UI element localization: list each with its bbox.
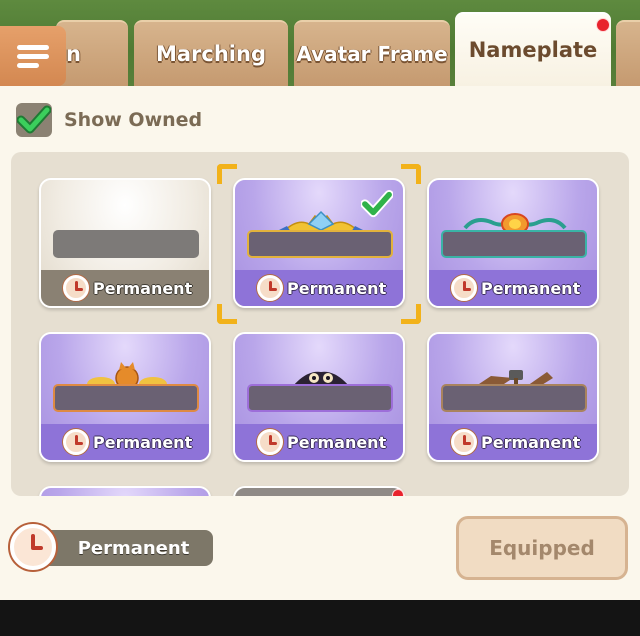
equipped-check-icon xyxy=(361,190,393,218)
card-footer: Permanent xyxy=(235,270,403,306)
duration-label: Permanent xyxy=(287,278,387,298)
selected-duration: Permanent xyxy=(10,524,213,570)
clock-icon xyxy=(257,429,283,455)
selection-corner xyxy=(217,304,237,324)
nameplate-card-selected[interactable]: Permanent xyxy=(233,178,405,308)
equipped-button[interactable]: Equipped xyxy=(456,516,628,580)
card-footer: Permanent xyxy=(235,424,403,460)
clock-icon xyxy=(63,275,89,301)
nameplate-preview xyxy=(247,230,393,258)
duration-label: Permanent xyxy=(481,278,581,298)
duration-label: Permanent xyxy=(481,432,581,452)
menu-button[interactable] xyxy=(0,26,66,86)
card-footer: Permanent xyxy=(429,424,597,460)
tab-nameplate[interactable]: Nameplate xyxy=(455,12,611,86)
menu-icon xyxy=(17,41,49,72)
nameplate-preview xyxy=(441,384,587,412)
nameplate-card-partial[interactable] xyxy=(233,486,405,496)
card-footer: Permanent xyxy=(41,424,209,460)
tab-avatar-frame[interactable]: Avatar Frame xyxy=(294,20,450,86)
tab-label: n xyxy=(66,42,81,66)
nameplate-card[interactable]: Permanent xyxy=(233,332,405,462)
duration-label: Permanent xyxy=(93,432,193,452)
equipped-button-label: Equipped xyxy=(489,536,595,560)
notification-dot xyxy=(392,489,404,496)
selection-corner xyxy=(217,164,237,184)
tab-label: Marching xyxy=(155,42,266,66)
duration-label: Permanent xyxy=(77,537,190,559)
nameplate-card[interactable]: Permanent xyxy=(427,332,599,462)
clock-icon xyxy=(257,275,283,301)
nameplate-card[interactable]: Permanent xyxy=(427,178,599,308)
checkmark-icon xyxy=(17,105,51,134)
selection-corner xyxy=(401,164,421,184)
tab-label: Nameplate xyxy=(468,38,598,62)
nameplate-card[interactable]: Permanent xyxy=(39,332,211,462)
clock-icon xyxy=(63,429,89,455)
selection-corner xyxy=(401,304,421,324)
card-footer: Permanent xyxy=(429,270,597,306)
tab-bar: n Marching Avatar Frame Nameplate xyxy=(0,0,640,86)
clock-icon xyxy=(10,524,56,570)
nameplate-grid: Permanent Permanent Permanent Permanent … xyxy=(11,152,629,496)
clock-icon xyxy=(451,275,477,301)
show-owned-toggle[interactable]: Show Owned xyxy=(16,102,202,138)
nameplate-preview xyxy=(53,384,199,412)
duration-label: Permanent xyxy=(93,278,193,298)
tab-marching[interactable]: Marching xyxy=(134,20,288,86)
nameplate-preview xyxy=(53,230,199,258)
tab-partial[interactable]: n xyxy=(56,20,128,86)
notification-dot xyxy=(596,18,610,32)
duration-pill: Permanent xyxy=(32,530,213,566)
card-footer: Permanent xyxy=(41,270,209,306)
tab-label: Avatar Frame xyxy=(296,42,448,66)
duration-label: Permanent xyxy=(287,432,387,452)
show-owned-label: Show Owned xyxy=(64,109,203,131)
show-owned-checkbox[interactable] xyxy=(16,103,52,137)
app-window: n Marching Avatar Frame Nameplate Show O… xyxy=(0,0,640,600)
clock-icon xyxy=(451,429,477,455)
tab-next[interactable] xyxy=(616,20,640,86)
nameplate-card-partial[interactable] xyxy=(39,486,211,496)
nameplate-preview xyxy=(247,384,393,412)
nameplate-card[interactable]: Permanent xyxy=(39,178,211,308)
nameplate-preview xyxy=(441,230,587,258)
